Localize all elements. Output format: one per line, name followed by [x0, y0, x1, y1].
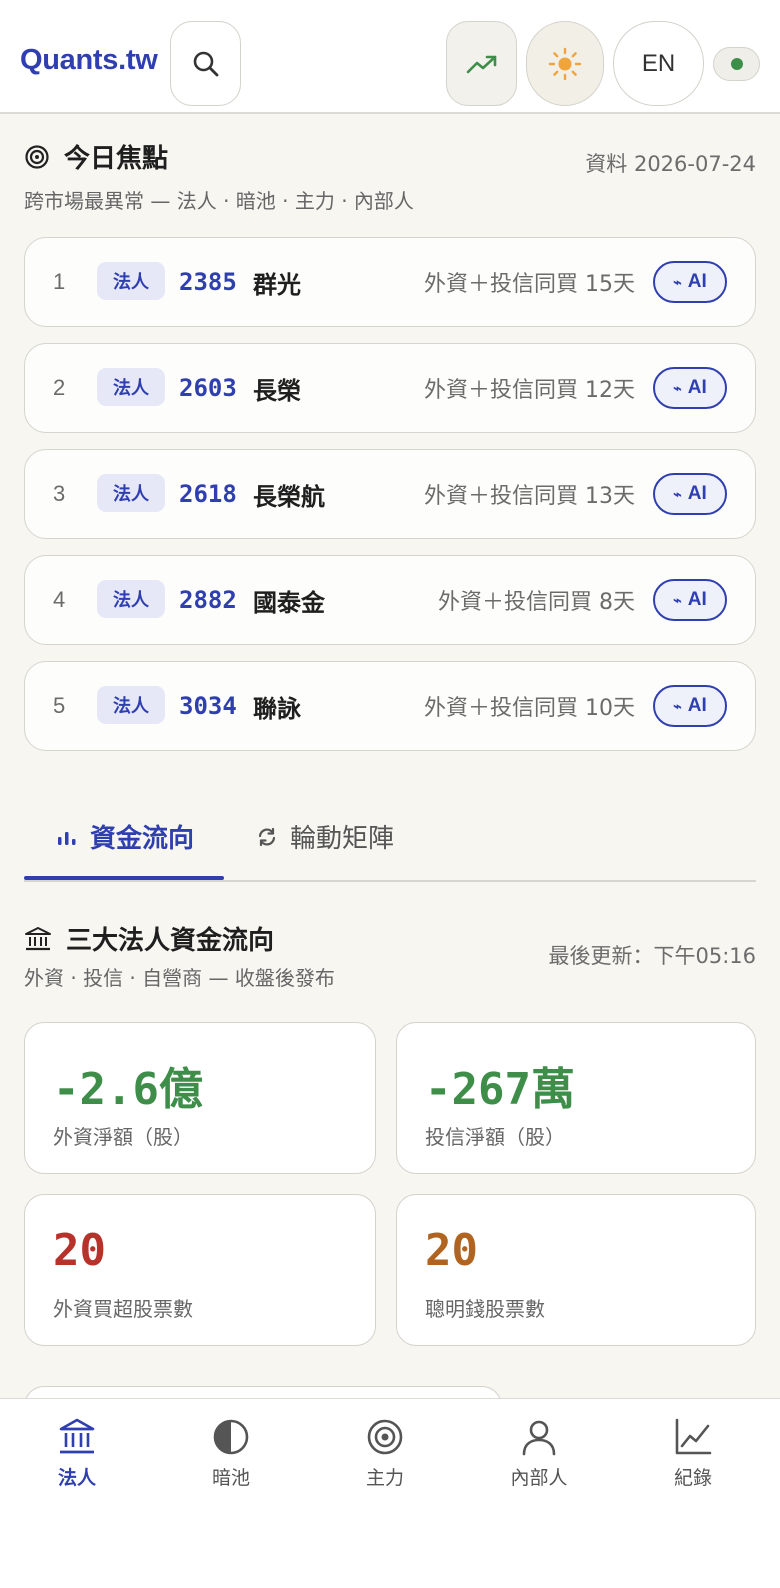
- tab-rotation-matrix[interactable]: 輪動矩陣: [256, 818, 394, 855]
- nav-label: 紀錄: [673, 1467, 712, 1489]
- stat-label: 外資買超股票數: [53, 1297, 193, 1321]
- focus-note: 外資＋投信同買 10天: [424, 696, 635, 721]
- trend-button[interactable]: [446, 21, 517, 106]
- ai-analysis-button[interactable]: ⌁ AI: [653, 579, 727, 621]
- focus-note: 外資＋投信同買 15天: [424, 272, 635, 297]
- stock-name: 聯詠: [253, 694, 301, 723]
- nav-label: 主力: [365, 1467, 404, 1489]
- stat-label: 投信淨額（股）: [425, 1125, 565, 1149]
- theme-toggle-button[interactable]: [526, 21, 604, 106]
- stock-code[interactable]: 3034: [179, 692, 237, 720]
- nav-label: 內部人: [510, 1467, 568, 1489]
- focus-title: 今日焦點: [64, 144, 169, 174]
- nav-item-insider[interactable]: 內部人: [479, 1417, 599, 1490]
- spark-icon: ⌁: [673, 591, 682, 608]
- stock-name: 群光: [253, 270, 301, 299]
- active-tab-indicator: [24, 876, 224, 880]
- focus-row[interactable]: 2 法人 2603 長榮 外資＋投信同買 12天 ⌁ AI: [24, 343, 756, 433]
- category-tag: 法人: [97, 474, 165, 512]
- stock-code[interactable]: 2385: [179, 268, 237, 296]
- stock-name: 國泰金: [253, 588, 325, 617]
- nav-label: 暗池: [211, 1467, 250, 1489]
- focus-note: 外資＋投信同買 13天: [424, 484, 635, 509]
- focus-row[interactable]: 5 法人 3034 聯詠 外資＋投信同買 10天 ⌁ AI: [24, 661, 756, 751]
- spark-icon: ⌁: [673, 379, 682, 396]
- stat-value: -2.6億: [53, 1064, 203, 1115]
- ai-analysis-button[interactable]: ⌁ AI: [653, 367, 727, 409]
- target-icon: [367, 1419, 403, 1455]
- refresh-icon: [258, 827, 276, 846]
- nav-item-dark-pool[interactable]: 暗池: [171, 1417, 291, 1490]
- stat-label: 外資淨額（股）: [53, 1125, 193, 1149]
- bank-icon: [25, 926, 51, 950]
- status-dot-icon: [731, 58, 743, 70]
- stat-value: -267萬: [425, 1064, 575, 1115]
- stock-code[interactable]: 2603: [179, 374, 237, 402]
- section-tabs: 資金流向 輪動矩陣: [24, 800, 756, 882]
- focus-rank: 2: [53, 375, 66, 400]
- focus-note: 外資＋投信同買 8天: [438, 590, 635, 615]
- stat-label: 聰明錢股票數: [425, 1297, 545, 1321]
- category-tag: 法人: [97, 262, 165, 300]
- category-tag: 法人: [97, 580, 165, 618]
- focus-note: 外資＋投信同買 12天: [424, 378, 635, 403]
- stat-value: 20: [53, 1225, 106, 1276]
- bar-chart-icon: [58, 831, 76, 845]
- search-button[interactable]: [170, 21, 241, 106]
- language-button[interactable]: EN: [613, 21, 704, 106]
- flow-title: 三大法人資金流向: [66, 926, 275, 956]
- category-tag: 法人: [97, 686, 165, 724]
- half-circle-icon: [213, 1419, 249, 1455]
- focus-rank: 4: [53, 587, 66, 612]
- stat-card-trust-net[interactable]: -267萬 投信淨額（股）: [396, 1022, 756, 1174]
- spark-icon: ⌁: [673, 485, 682, 502]
- bottom-navigation: 法人 暗池 主力 內部人 紀錄: [0, 1398, 780, 1588]
- stat-card-foreign-net[interactable]: -2.6億 外資淨額（股）: [24, 1022, 376, 1174]
- stock-code[interactable]: 2882: [179, 586, 237, 614]
- tab-fund-flow[interactable]: 資金流向: [56, 818, 194, 855]
- focus-subtitle: 跨市場最異常 — 法人 · 暗池 · 主力 · 內部人: [24, 189, 414, 213]
- target-icon: [25, 144, 49, 169]
- trending-up-icon: [466, 55, 496, 73]
- stock-code[interactable]: 2618: [179, 480, 237, 508]
- app-header: Quants.tw EN: [0, 0, 780, 114]
- sun-icon: [548, 47, 582, 80]
- connection-status-toggle[interactable]: [713, 47, 760, 81]
- stat-card-foreign-buy-count[interactable]: 20 外資買超股票數: [24, 1194, 376, 1346]
- focus-row[interactable]: 1 法人 2385 群光 外資＋投信同買 15天 ⌁ AI: [24, 237, 756, 327]
- focus-rank: 5: [53, 693, 66, 718]
- ai-analysis-button[interactable]: ⌁ AI: [653, 473, 727, 515]
- stock-name: 長榮航: [253, 482, 325, 511]
- nav-label: 法人: [57, 1467, 96, 1489]
- focus-rank: 3: [53, 481, 66, 506]
- flow-subtitle: 外資 · 投信 · 自營商 — 收盤後發布: [24, 966, 335, 990]
- stat-card-smart-money-count[interactable]: 20 聰明錢股票數: [396, 1194, 756, 1346]
- nav-item-institutional[interactable]: 法人: [17, 1417, 137, 1490]
- person-icon: [522, 1420, 556, 1456]
- app-logo[interactable]: Quants.tw: [20, 44, 158, 77]
- focus-date: 資料 2026-07-24: [585, 152, 756, 176]
- stock-name: 長榮: [253, 376, 301, 405]
- flow-updated: 最後更新：下午05:16: [548, 944, 756, 968]
- ai-analysis-button[interactable]: ⌁ AI: [653, 685, 727, 727]
- focus-row[interactable]: 3 法人 2618 長榮航 外資＋投信同買 13天 ⌁ AI: [24, 449, 756, 539]
- stat-value: 20: [425, 1225, 478, 1276]
- focus-rank: 1: [53, 269, 66, 294]
- focus-header: 今日焦點: [24, 138, 168, 175]
- chart-line-icon: [675, 1418, 712, 1455]
- category-tag: 法人: [97, 368, 165, 406]
- nav-item-records[interactable]: 紀錄: [633, 1417, 753, 1490]
- ai-analysis-button[interactable]: ⌁ AI: [653, 261, 727, 303]
- spark-icon: ⌁: [673, 697, 682, 714]
- search-icon: [193, 51, 218, 76]
- spark-icon: ⌁: [673, 273, 682, 290]
- bank-icon: [59, 1418, 95, 1454]
- focus-row[interactable]: 4 法人 2882 國泰金 外資＋投信同買 8天 ⌁ AI: [24, 555, 756, 645]
- nav-item-main-force[interactable]: 主力: [325, 1417, 445, 1490]
- flow-header: 三大法人資金流向: [24, 920, 274, 957]
